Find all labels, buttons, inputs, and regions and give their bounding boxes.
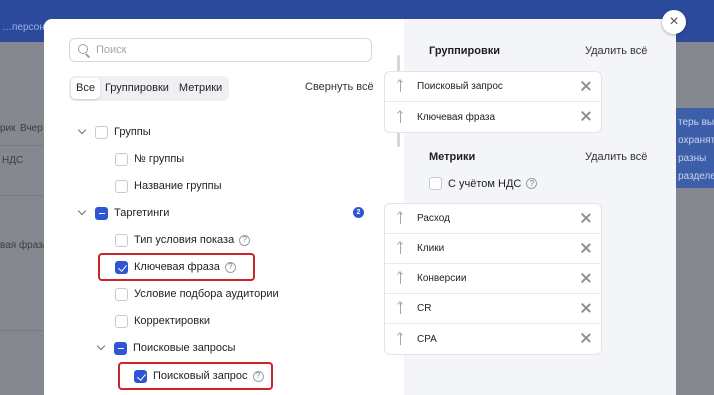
remove-icon[interactable] bbox=[581, 333, 591, 343]
item-label: Расход bbox=[417, 213, 450, 224]
metrics-title: Метрики bbox=[429, 151, 476, 163]
tree-item-adjustments[interactable]: Корректировки bbox=[115, 311, 210, 331]
tab-metrics[interactable]: Метрики bbox=[174, 78, 227, 99]
checkbox[interactable] bbox=[115, 314, 128, 328]
checkbox[interactable] bbox=[95, 125, 108, 139]
banner-line: разны bbox=[678, 153, 707, 164]
drag-handle-icon[interactable] bbox=[397, 212, 405, 225]
tree-label: Название группы bbox=[134, 180, 222, 192]
background-text: вая фраза bbox=[0, 240, 49, 251]
tree-label: Корректировки bbox=[134, 315, 211, 327]
remove-icon[interactable] bbox=[581, 303, 591, 313]
groupings-list: Поисковый запрос Ключевая фраза bbox=[384, 71, 602, 133]
tree-item-audience-condition[interactable]: Условие подбора аудитории bbox=[115, 284, 279, 304]
help-icon[interactable]: ? bbox=[239, 234, 251, 246]
close-button[interactable]: × bbox=[662, 10, 686, 34]
list-item[interactable]: CR bbox=[385, 294, 601, 324]
item-label: Поисковый запрос bbox=[417, 81, 503, 92]
checkbox[interactable] bbox=[115, 152, 128, 166]
tree-label: Таргетинги bbox=[114, 207, 170, 219]
list-item[interactable]: CPA bbox=[385, 324, 601, 354]
remove-icon[interactable] bbox=[581, 81, 591, 91]
banner-line: терь вы bbox=[678, 117, 714, 128]
selected-count-badge: 2 bbox=[353, 207, 364, 218]
background-text: рик bbox=[0, 123, 16, 134]
drag-handle-icon[interactable] bbox=[397, 333, 405, 346]
collapse-all-button[interactable]: Свернуть всё bbox=[305, 81, 374, 93]
remove-icon[interactable] bbox=[581, 243, 591, 253]
checkbox-partial[interactable] bbox=[95, 206, 108, 220]
item-label: CR bbox=[417, 303, 432, 314]
tree-label: Условие подбора аудитории bbox=[134, 288, 279, 300]
close-icon: × bbox=[669, 13, 679, 30]
tree-node-groups[interactable]: Группы bbox=[77, 122, 151, 142]
background-text: НДС bbox=[2, 155, 24, 166]
list-item[interactable]: Конверсии bbox=[385, 264, 601, 294]
tree-node-search-queries[interactable]: Поисковые запросы bbox=[96, 338, 235, 358]
tab-groupings[interactable]: Группировки bbox=[100, 78, 174, 99]
search-field[interactable] bbox=[69, 38, 372, 62]
groupings-clear-button[interactable]: Удалить всё bbox=[585, 45, 647, 57]
banner-line: охранят bbox=[678, 135, 714, 146]
chevron-down-icon[interactable] bbox=[77, 127, 87, 137]
tab-all[interactable]: Все bbox=[71, 78, 100, 99]
chevron-down-icon[interactable] bbox=[77, 208, 87, 218]
tree-item-group-name[interactable]: Название группы bbox=[115, 176, 222, 196]
drag-handle-icon[interactable] bbox=[397, 242, 405, 255]
list-item[interactable]: Клики bbox=[385, 234, 601, 264]
drag-handle-icon[interactable] bbox=[397, 272, 405, 285]
help-icon[interactable]: ? bbox=[526, 178, 538, 189]
vat-toggle[interactable]: С учётом НДС ? bbox=[429, 177, 538, 190]
tree-node-targeting[interactable]: Таргетинги bbox=[77, 203, 169, 223]
highlight-frame bbox=[98, 253, 255, 281]
checkbox[interactable] bbox=[115, 233, 128, 247]
background-divider bbox=[0, 330, 44, 331]
vat-label: С учётом НДС bbox=[448, 177, 522, 190]
banner-line: разделе bbox=[678, 171, 714, 182]
checkbox-partial[interactable] bbox=[114, 341, 127, 355]
background-divider bbox=[0, 145, 44, 146]
list-item[interactable]: Ключевая фраза bbox=[385, 102, 601, 132]
highlight-frame bbox=[118, 362, 273, 390]
remove-icon[interactable] bbox=[581, 111, 591, 121]
drag-handle-icon[interactable] bbox=[397, 80, 405, 93]
metrics-clear-button[interactable]: Удалить всё bbox=[585, 151, 647, 163]
remove-icon[interactable] bbox=[581, 213, 591, 223]
metrics-list: Расход Клики Конверсии CR CPA bbox=[384, 203, 602, 355]
fields-panel: Все Группировки Метрики Свернуть всё Гру… bbox=[44, 19, 404, 395]
background-text: Вчер bbox=[20, 123, 43, 134]
tree-item-display-condition[interactable]: Тип условия показа ? bbox=[115, 230, 251, 250]
tree-label: Поисковые запросы bbox=[133, 342, 236, 354]
filter-tabs: Все Группировки Метрики bbox=[69, 76, 230, 101]
groupings-title: Группировки bbox=[429, 45, 501, 57]
background-divider bbox=[0, 195, 44, 196]
tree-label: Тип условия показа bbox=[134, 234, 235, 246]
tree-label: № группы bbox=[134, 153, 185, 165]
item-label: CPA bbox=[417, 333, 437, 345]
item-label: Клики bbox=[417, 243, 445, 254]
tree-label: Группы bbox=[114, 126, 151, 138]
checkbox[interactable] bbox=[115, 287, 128, 301]
checkbox[interactable] bbox=[429, 177, 442, 190]
drag-handle-icon[interactable] bbox=[397, 302, 405, 315]
search-icon bbox=[78, 44, 90, 56]
list-item[interactable]: Поисковый запрос bbox=[385, 72, 601, 102]
checkbox[interactable] bbox=[115, 179, 128, 193]
item-label: Конверсии bbox=[417, 273, 467, 284]
background-banner: терь вы охранят разны разделе bbox=[676, 108, 714, 188]
drag-handle-icon[interactable] bbox=[397, 111, 405, 124]
item-label: Ключевая фраза bbox=[417, 111, 496, 123]
chevron-down-icon[interactable] bbox=[96, 343, 106, 353]
search-input[interactable] bbox=[96, 44, 356, 56]
remove-icon[interactable] bbox=[581, 273, 591, 283]
list-item[interactable]: Расход bbox=[385, 204, 601, 234]
tree-item-group-number[interactable]: № группы bbox=[115, 149, 184, 169]
